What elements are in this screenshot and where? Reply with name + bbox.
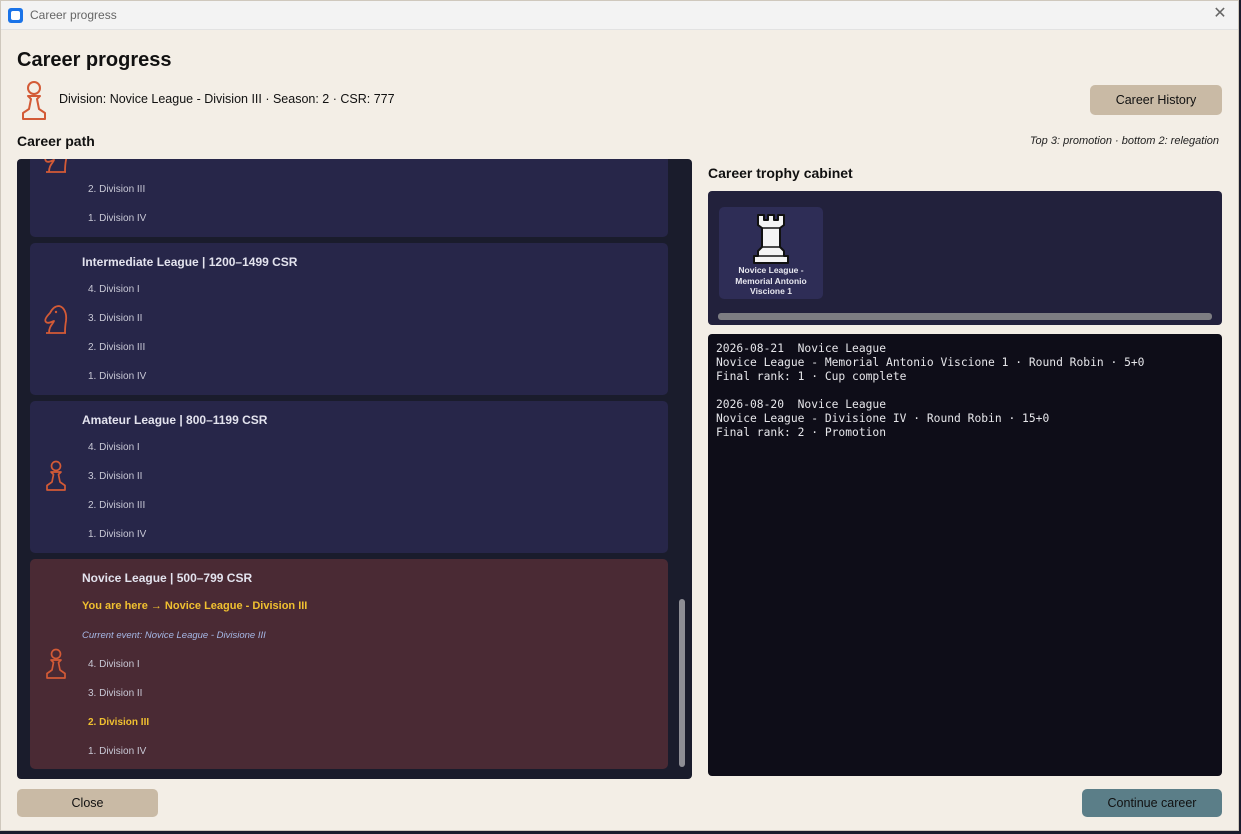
horizontal-scrollbar[interactable] [718, 313, 1212, 320]
log-entry-detail: Novice League - Memorial Antonio Viscion… [716, 356, 1145, 369]
log-entry: 2026-08-20 Novice League Novice League -… [716, 398, 1214, 440]
log-entry-header: 2026-08-20 Novice League [716, 398, 887, 411]
trophy-cabinet-panel: Novice League - Memorial Antonio Viscion… [708, 191, 1222, 325]
career-path-title: Career path [17, 133, 95, 149]
league-card-novice-current[interactable]: Novice League | 500–799 CSR You are here… [30, 559, 668, 769]
pawn-icon [22, 81, 46, 120]
title-bar: Career progress ✕ [1, 1, 1238, 30]
current-event-text: Current event: Novice League - Divisione… [82, 630, 266, 641]
division-item: 1. Division IV [88, 213, 147, 224]
log-entry-result: Final rank: 2 · Promotion [716, 426, 887, 439]
career-path-scroll-area[interactable]: 2. Division III 1. Division IV Intermedi… [17, 159, 677, 779]
log-entry-result: Final rank: 1 · Cup complete [716, 370, 907, 383]
pawn-icon [46, 460, 66, 491]
window-title: Career progress [30, 8, 117, 22]
log-entry: 2026-08-21 Novice League Novice League -… [716, 342, 1214, 384]
division-item: 2. Division III [88, 500, 146, 511]
division-item: 2. Division III [88, 184, 146, 195]
league-name: Amateur League | 800–1199 CSR [82, 413, 268, 427]
career-log-panel: 2026-08-21 Novice League Novice League -… [708, 334, 1222, 776]
continue-career-button[interactable]: Continue career [1082, 789, 1222, 817]
pawn-icon [46, 648, 66, 679]
window-close-button[interactable]: ✕ [1212, 6, 1228, 22]
current-position-indicator: You are here → Novice League - Division … [82, 600, 308, 612]
division-item: 1. Division IV [88, 371, 147, 382]
division-item: 4. Division I [88, 284, 140, 295]
close-button[interactable]: Close [17, 789, 158, 817]
career-history-button[interactable]: Career History [1090, 85, 1222, 115]
trophy-label: Novice League - Memorial Antonio Viscion… [735, 265, 807, 296]
division-item: 1. Division IV [88, 529, 147, 540]
league-card-amateur[interactable]: Amateur League | 800–1199 CSR 4. Divisio… [30, 401, 668, 553]
log-entry-detail: Novice League - Divisione IV · Round Rob… [716, 412, 1050, 425]
trophy-card[interactable]: Novice League - Memorial Antonio Viscion… [719, 207, 823, 299]
career-progress-window: Career progress ✕ Career progress Divisi… [0, 0, 1239, 831]
division-item: 3. Division II [88, 688, 143, 699]
division-item: 3. Division II [88, 471, 143, 482]
promotion-legend: Top 3: promotion · bottom 2: relegation [1029, 135, 1219, 147]
vertical-scrollbar-thumb[interactable] [679, 599, 685, 767]
career-status-text: Division: Novice League - Division III ·… [59, 92, 395, 106]
division-item: 1. Division IV [88, 746, 147, 757]
career-path-panel[interactable]: 2. Division III 1. Division IV Intermedi… [17, 159, 692, 779]
knight-icon [44, 159, 67, 173]
log-entry-header: 2026-08-21 Novice League [716, 342, 887, 355]
rook-icon [753, 214, 789, 264]
league-card-intermediate[interactable]: Intermediate League | 1200–1499 CSR 4. D… [30, 243, 668, 395]
division-item-current: 2. Division III [88, 717, 150, 728]
trophy-cabinet-title: Career trophy cabinet [708, 165, 853, 181]
league-card-upper: 2. Division III 1. Division IV [30, 159, 668, 237]
division-item: 2. Division III [88, 342, 146, 353]
page-title: Career progress [17, 49, 172, 71]
division-item: 3. Division II [88, 313, 143, 324]
division-item: 4. Division I [88, 442, 140, 453]
division-item: 4. Division I [88, 659, 140, 670]
knight-icon [44, 305, 68, 334]
league-name: Intermediate League | 1200–1499 CSR [82, 255, 298, 269]
league-name: Novice League | 500–799 CSR [82, 571, 253, 585]
app-icon [8, 8, 23, 23]
